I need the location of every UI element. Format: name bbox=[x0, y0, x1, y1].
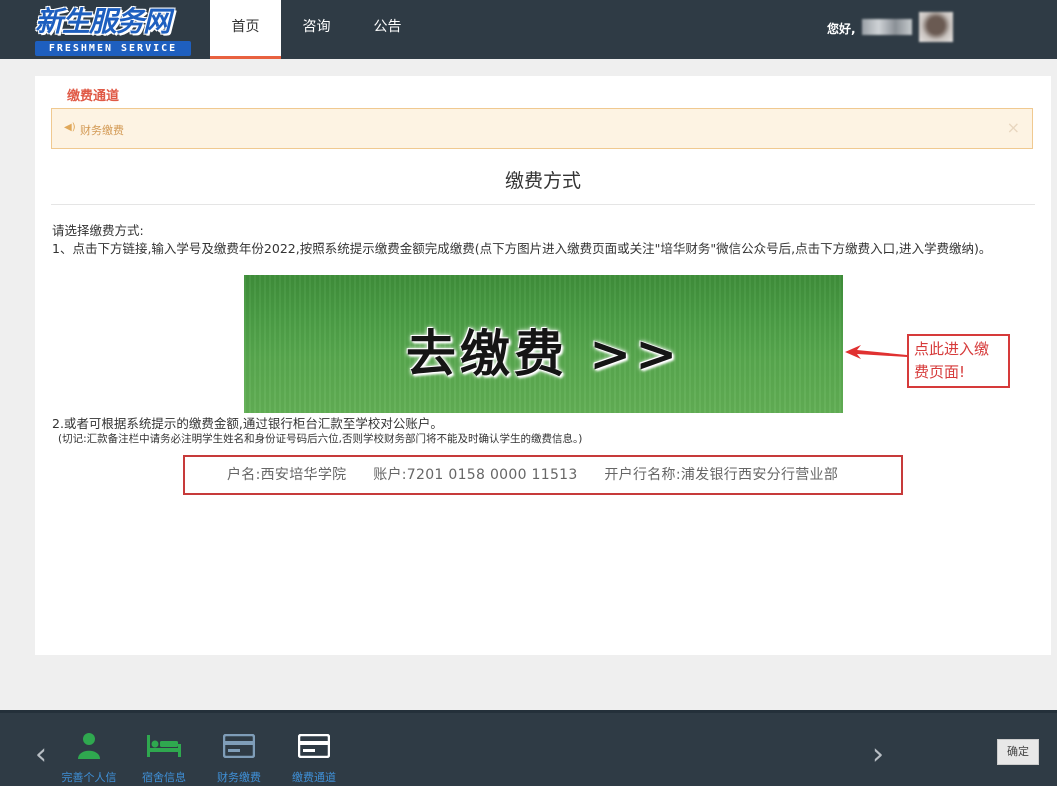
alert-text: 财务缴费 bbox=[80, 124, 124, 137]
bed-icon bbox=[124, 731, 204, 761]
main-nav: 首页 咨询 公告 bbox=[210, 0, 423, 59]
account-number: 账户:7201 0158 0000 11513 bbox=[373, 467, 578, 483]
greeting-text: 您好, bbox=[827, 22, 856, 36]
intro-text: 请选择缴费方式: bbox=[52, 223, 144, 238]
step-label: 财务缴费 bbox=[217, 771, 261, 784]
pointer-arrow-icon bbox=[845, 345, 907, 359]
nav-item-announcement[interactable]: 公告 bbox=[352, 0, 423, 59]
person-icon bbox=[49, 731, 129, 761]
note-text: (切记:汇款备注栏中请务必注明学生姓名和身份证号码后六位,否则学校财务部门将不能… bbox=[58, 433, 583, 445]
banner-text: 去缴费 >> bbox=[405, 324, 682, 383]
speaker-icon: ◀) bbox=[64, 122, 76, 133]
notice-alert: ◀) 财务缴费 × bbox=[51, 108, 1033, 149]
step1-text: 1、点击下方链接,输入学号及缴费年份2022,按照系统提示缴费金额完成缴费(点下… bbox=[52, 241, 992, 256]
account-bank: 开户行名称:浦发银行西安分行营业部 bbox=[604, 467, 839, 483]
nav-item-consult[interactable]: 咨询 bbox=[281, 0, 352, 59]
bottom-step-bar: ‹ 完善个人信 宿舍信息 财务缴费 缴费通道 › 确定 bbox=[0, 710, 1057, 786]
instructions: 请选择缴费方式: 1、点击下方链接,输入学号及缴费年份2022,按照系统提示缴费… bbox=[52, 222, 1037, 258]
page-title: 缴费方式 bbox=[504, 170, 581, 192]
step-personal-info[interactable]: 完善个人信 bbox=[49, 731, 129, 785]
card-icon bbox=[274, 731, 354, 761]
logo-title: 新生服务网 bbox=[35, 5, 171, 38]
next-arrow-icon[interactable]: › bbox=[872, 737, 884, 772]
section-tag: 缴费通道 bbox=[67, 89, 120, 104]
logo-subtitle: FRESHMEN SERVICE bbox=[35, 41, 191, 56]
go-pay-banner[interactable]: 去缴费 >> bbox=[244, 275, 843, 413]
nav-item-home[interactable]: 首页 bbox=[210, 0, 281, 59]
username-redacted bbox=[862, 19, 912, 35]
card-icon bbox=[199, 731, 279, 761]
callout-line2: 费页面! bbox=[914, 363, 966, 381]
confirm-button[interactable]: 确定 bbox=[997, 739, 1039, 765]
account-name: 户名:西安培华学院 bbox=[227, 467, 347, 483]
bank-account-box: 户名:西安培华学院 账户:7201 0158 0000 11513 开户行名称:… bbox=[183, 455, 903, 495]
step-payment-channel[interactable]: 缴费通道 bbox=[274, 731, 354, 785]
site-logo[interactable]: 新生服务网 FRESHMEN SERVICE bbox=[35, 4, 195, 58]
content-panel: 缴费通道 ◀) 财务缴费 × 缴费方式 请选择缴费方式: 1、点击下方链接,输入… bbox=[35, 76, 1051, 655]
close-icon[interactable]: × bbox=[1007, 118, 1020, 137]
avatar[interactable] bbox=[919, 12, 953, 42]
step-label: 缴费通道 bbox=[292, 771, 336, 784]
divider bbox=[51, 204, 1035, 205]
step-label: 完善个人信 bbox=[61, 771, 117, 784]
prev-arrow-icon[interactable]: ‹ bbox=[35, 737, 47, 772]
step2-text: 2.或者可根据系统提示的缴费金额,通过银行柜台汇款至学校对公账户。 bbox=[52, 416, 443, 431]
callout-line1: 点此进入缴 bbox=[914, 340, 990, 358]
top-navbar: 新生服务网 FRESHMEN SERVICE 首页 咨询 公告 您好, bbox=[0, 0, 1057, 59]
step-finance-payment[interactable]: 财务缴费 bbox=[199, 731, 279, 785]
callout-box: 点此进入缴 费页面! bbox=[907, 334, 1010, 388]
step-label: 宿舍信息 bbox=[142, 771, 186, 784]
step-dorm-info[interactable]: 宿舍信息 bbox=[124, 731, 204, 785]
